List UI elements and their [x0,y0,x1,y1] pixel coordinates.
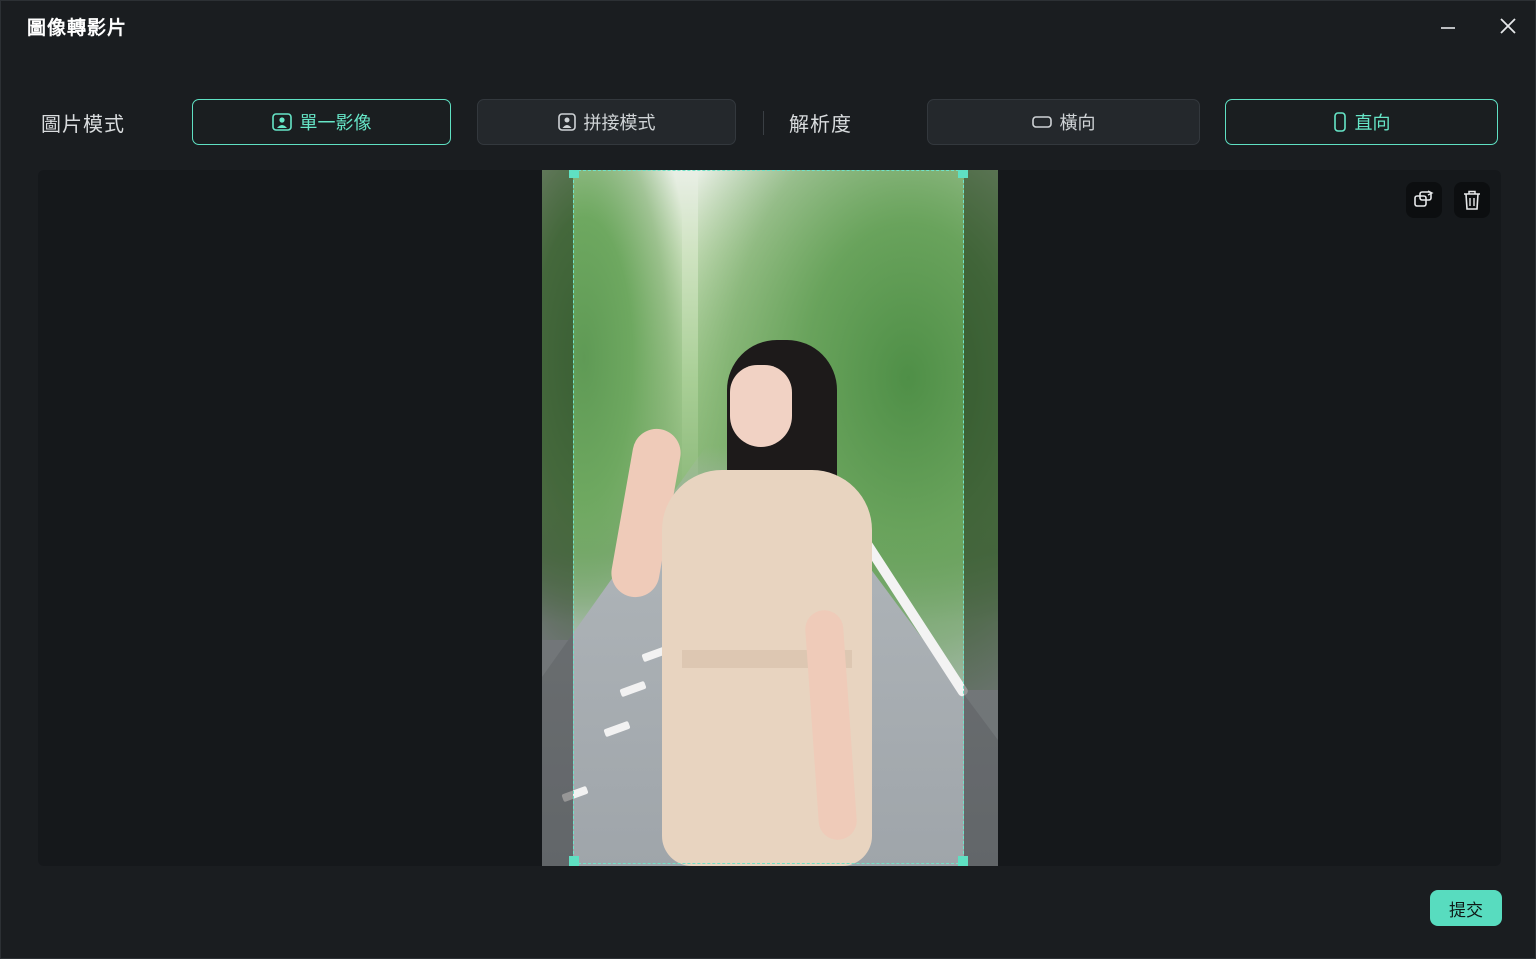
collage-label: 拼接模式 [583,113,656,134]
resolution-label: 解析度 [789,112,852,136]
landscape-option[interactable]: 橫向 [927,99,1200,145]
crop-handle-bottom-right[interactable] [958,856,968,866]
close-button[interactable] [1493,11,1523,41]
collage-option[interactable]: 拼接模式 [477,99,736,145]
portrait-label: 直向 [1354,113,1391,134]
crop-mask-left [542,170,573,866]
delete-image-button[interactable] [1454,182,1490,218]
landscape-icon [1031,116,1052,128]
replace-image-button[interactable] [1406,182,1442,218]
single-image-option[interactable]: 單一影像 [192,99,451,145]
portrait-option[interactable]: 直向 [1225,99,1498,145]
trash-icon [1464,190,1480,210]
divider [763,111,764,135]
dialog-title: 圖像轉影片 [27,17,128,39]
image-mode-label: 圖片模式 [41,112,125,136]
image-to-video-dialog: 圖像轉影片 圖片模式 單一影像 拼接模式 解析度 橫向 直向 提交 [0,0,1536,959]
crop-handle-top-right[interactable] [958,170,968,178]
replace-image-icon [1414,190,1434,207]
collage-icon [557,113,576,131]
portrait-icon [1333,112,1346,132]
close-icon [1500,18,1516,34]
landscape-label: 橫向 [1059,113,1096,134]
preview-canvas [38,170,1501,866]
single-image-icon [271,113,292,131]
crop-handle-bottom-left[interactable] [569,856,579,866]
submit-button[interactable]: 提交 [1430,890,1502,926]
minimize-icon [1441,27,1455,29]
crop-frame[interactable] [569,170,968,866]
single-image-label: 單一影像 [299,113,372,134]
minimize-button[interactable] [1433,11,1463,41]
crop-handle-top-left[interactable] [569,170,579,178]
crop-mask-right [964,170,998,866]
